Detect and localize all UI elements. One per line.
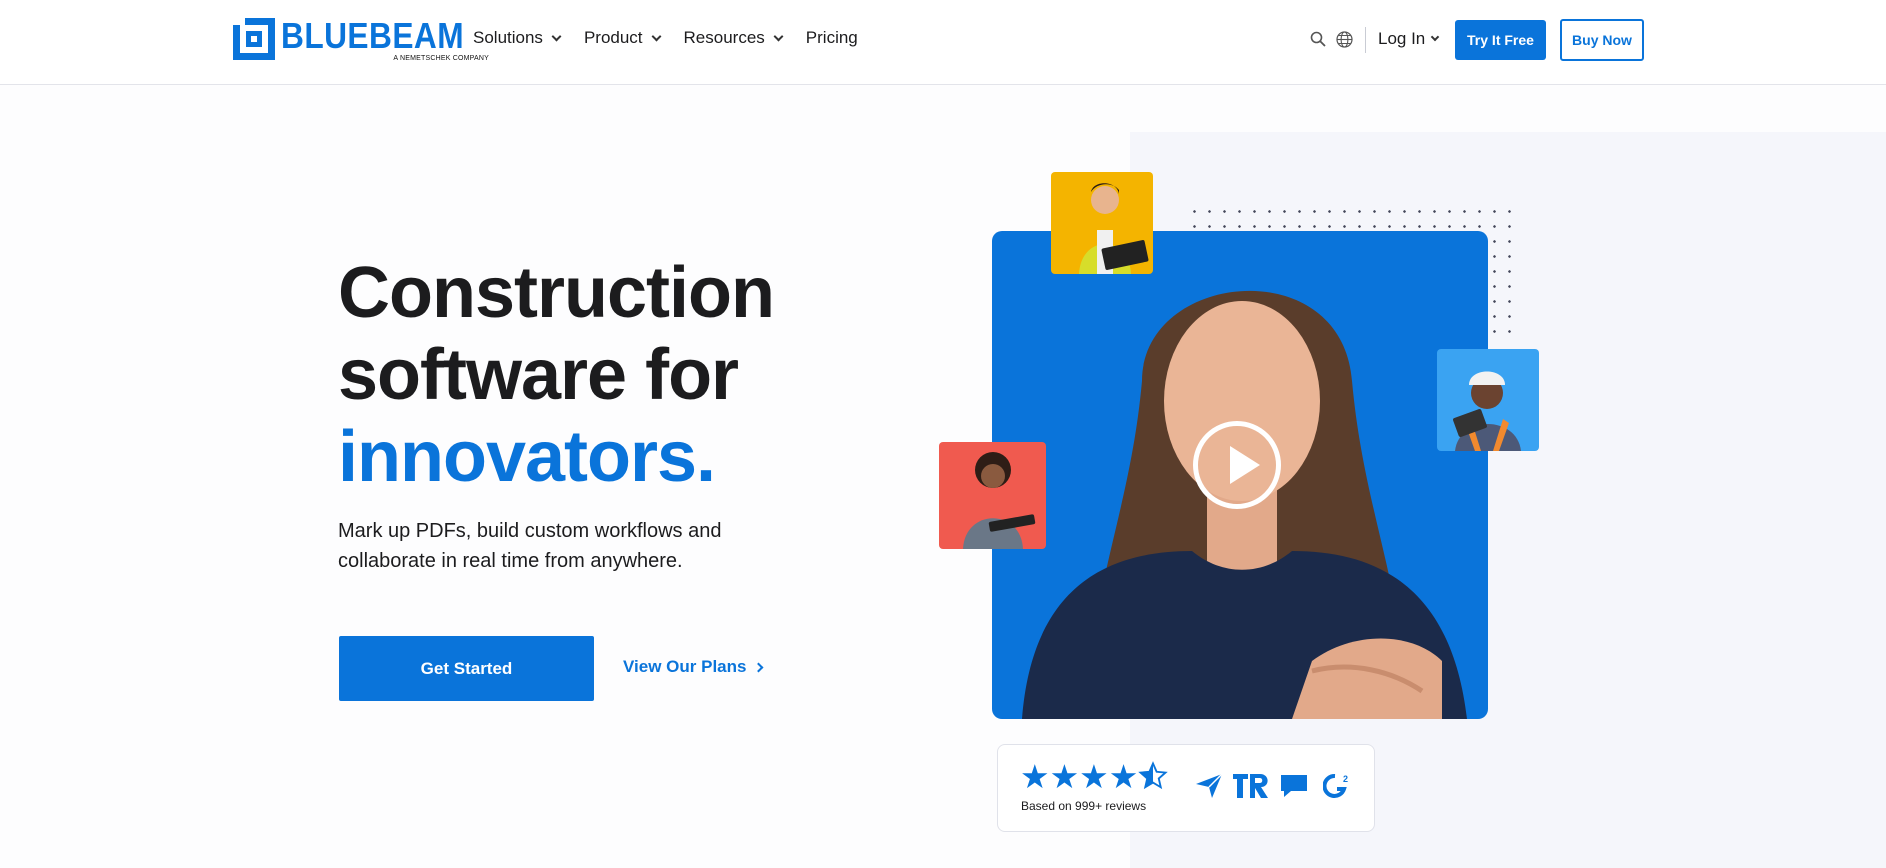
- hero-subtitle: Mark up PDFs, build custom workflows and…: [338, 520, 722, 572]
- svg-text:2: 2: [1343, 774, 1348, 784]
- try-it-free-button[interactable]: Try It Free: [1455, 20, 1546, 60]
- nav-product[interactable]: Product: [583, 28, 661, 48]
- hero-title-line1: Construction: [338, 253, 775, 333]
- nav-pricing-label: Pricing: [805, 28, 858, 47]
- chevron-down-icon: [1431, 32, 1440, 42]
- bluebeam-logo[interactable]: BLUEBEAM A NEMETSCHEK COMPANY: [233, 18, 489, 62]
- rating-stars: ★★★★: [1020, 758, 1169, 795]
- nav-resources[interactable]: Resources: [683, 28, 784, 48]
- stars-filled: ★★★★: [1020, 758, 1139, 795]
- g2-icon[interactable]: 2: [1323, 773, 1351, 799]
- worker-yellow-vest-photo: [1051, 172, 1153, 274]
- nav-solutions-label: Solutions: [473, 28, 543, 47]
- hero-title-line2: software for: [338, 335, 739, 415]
- nav-solutions[interactable]: Solutions: [473, 28, 562, 48]
- play-icon[interactable]: [1193, 421, 1281, 509]
- login-label: Log In: [1378, 29, 1426, 48]
- worker-hardhat-photo: [1437, 349, 1539, 451]
- half-star-icon: [1138, 761, 1169, 790]
- globe-icon[interactable]: [1336, 31, 1353, 48]
- search-icon[interactable]: [1310, 31, 1326, 47]
- reviews-card: ★★★★ Based on 999+ reviews 2: [997, 744, 1375, 832]
- view-plans-label: View Our Plans: [623, 657, 747, 676]
- hero-title: Construction software for innovators.: [338, 252, 775, 498]
- software-advice-icon[interactable]: [1279, 773, 1309, 799]
- nav-resources-label: Resources: [683, 28, 765, 47]
- nav-divider: [1365, 27, 1366, 53]
- chevron-right-icon: [754, 662, 764, 672]
- chevron-down-icon: [773, 31, 784, 41]
- login-dropdown[interactable]: Log In: [1378, 29, 1440, 49]
- get-started-button[interactable]: Get Started: [339, 636, 594, 701]
- logo-mark-icon: [233, 18, 275, 60]
- buy-now-button[interactable]: Buy Now: [1560, 19, 1644, 61]
- capterra-icon[interactable]: [1195, 773, 1223, 799]
- hero-title-accent: innovators.: [338, 417, 716, 497]
- woman-tablet-photo: [939, 442, 1046, 549]
- logo-tagline: A NEMETSCHEK COMPANY: [393, 55, 489, 62]
- logo-wordmark: BLUEBEAM: [281, 15, 465, 56]
- chevron-down-icon: [551, 31, 562, 41]
- top-navigation: BLUEBEAM A NEMETSCHEK COMPANY Solutions …: [0, 0, 1886, 85]
- main-nav: Solutions Product Resources Pricing: [473, 28, 882, 48]
- view-plans-link[interactable]: View Our Plans: [623, 657, 764, 677]
- trustradius-icon[interactable]: [1232, 773, 1270, 799]
- nav-product-label: Product: [583, 28, 643, 47]
- nav-pricing[interactable]: Pricing: [806, 28, 858, 48]
- reviews-count-text: Based on 999+ reviews: [1021, 799, 1147, 813]
- chevron-down-icon: [651, 31, 661, 41]
